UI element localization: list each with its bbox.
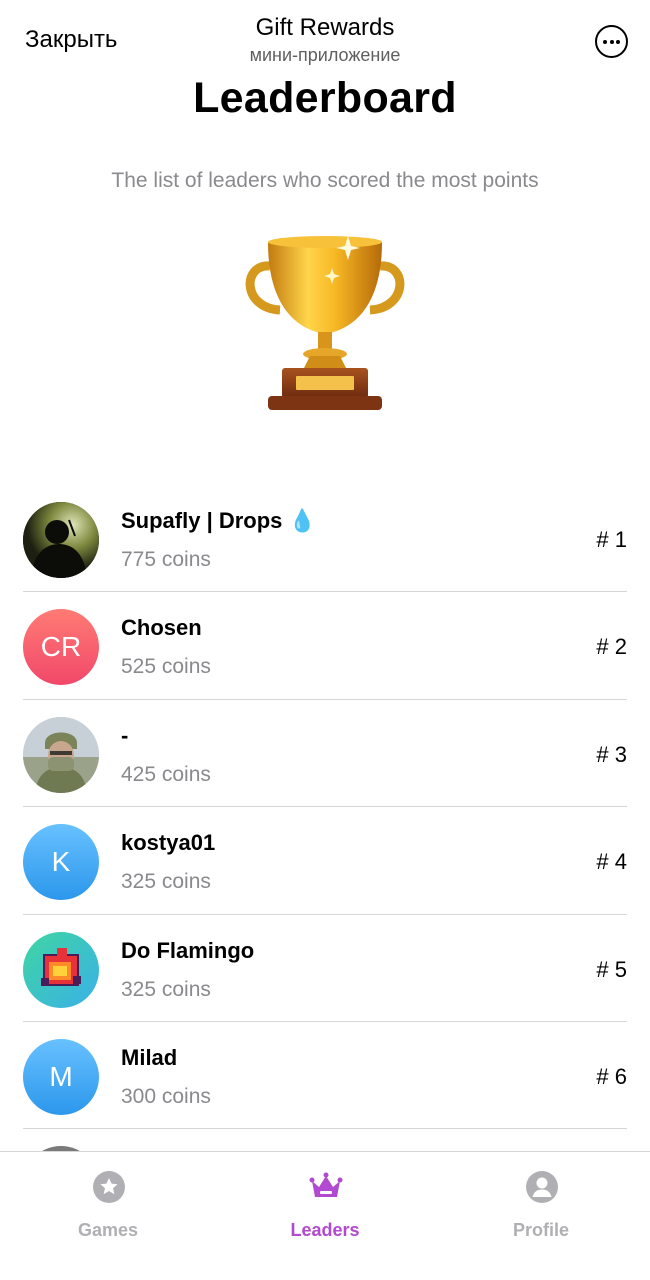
user-circle-icon <box>526 1171 558 1203</box>
leader-name: Do Flamingo <box>121 937 255 963</box>
avatar <box>23 716 99 793</box>
tab-bar: Games Leaders Profile <box>0 1151 650 1280</box>
top-bar: Закрыть Gift Rewards мини-приложение <box>0 0 650 70</box>
tab-label: Profile <box>512 1220 569 1240</box>
list-item[interactable]: - 425 coins # 3 <box>0 700 650 808</box>
leader-rank: # 4 <box>596 849 627 875</box>
list-item[interactable]: CR Chosen 525 coins # 2 <box>0 592 650 700</box>
more-options-button[interactable] <box>595 25 628 58</box>
avatar: M <box>23 1038 99 1115</box>
leader-coins: 325 coins <box>121 977 211 1001</box>
avatar: CR <box>23 609 99 686</box>
tab-label: Games <box>77 1220 139 1240</box>
leader-name: Chosen <box>121 615 202 641</box>
more-horizontal-icon <box>603 39 607 44</box>
avatar <box>23 502 99 578</box>
avatar-initials: CR <box>40 631 82 663</box>
avatar-initials: M <box>49 1060 73 1092</box>
app-subtitle: мини-приложение <box>249 45 401 65</box>
leader-name: kostya01 <box>121 830 216 856</box>
leader-coins: 775 coins <box>121 548 211 571</box>
list-item[interactable]: K kostya01 325 coins # 4 <box>0 807 650 915</box>
avatar: K <box>23 824 99 901</box>
leader-name: Milad <box>121 1044 178 1070</box>
leader-coins: 300 coins <box>121 1084 211 1108</box>
leader-rank: # 5 <box>596 956 627 982</box>
leader-coins: 325 coins <box>121 870 211 894</box>
leader-coins: 525 coins <box>121 655 211 679</box>
page-title: Leaderboard <box>193 74 457 122</box>
leaders-list: Supafly | Drops 💧 775 coins # 1 CR Chose… <box>0 485 650 1237</box>
app-title: Gift Rewards <box>255 14 395 41</box>
leader-rank: # 1 <box>596 527 627 552</box>
tab-leaders[interactable]: Leaders <box>217 1152 433 1280</box>
trophy-icon <box>245 236 405 410</box>
page-subtitle: The list of leaders who scored the most … <box>111 169 539 192</box>
tab-games[interactable]: Games <box>0 1152 216 1280</box>
leader-name: Supafly | Drops 💧 <box>121 508 316 533</box>
star-circle-icon <box>93 1171 125 1203</box>
list-item[interactable]: M Milad 300 coins # 6 <box>0 1022 650 1130</box>
leader-rank: # 6 <box>596 1063 627 1089</box>
leader-coins: 425 coins <box>121 762 211 786</box>
leader-name: - <box>121 722 129 748</box>
leader-rank: # 3 <box>596 741 627 767</box>
avatar-initials: K <box>51 846 71 878</box>
list-item[interactable]: Do Flamingo 325 coins # 5 <box>0 915 650 1022</box>
avatar <box>23 931 99 1008</box>
tab-label: Leaders <box>290 1220 360 1240</box>
leader-rank: # 2 <box>596 634 627 660</box>
list-item[interactable]: Supafly | Drops 💧 775 coins # 1 <box>0 485 650 593</box>
tab-profile[interactable]: Profile <box>433 1152 649 1280</box>
crown-icon <box>309 1172 343 1197</box>
